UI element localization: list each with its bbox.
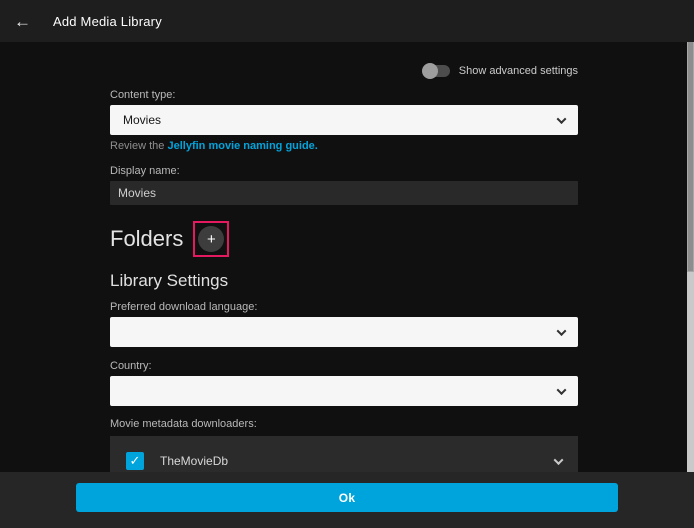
toggle-knob: [422, 63, 438, 79]
show-advanced-settings-label: Show advanced settings: [459, 65, 578, 77]
add-media-library-screen: ← Add Media Library Show advanced settin…: [0, 0, 694, 528]
preferred-download-language-label: Preferred download language:: [110, 301, 578, 313]
chevron-down-icon: [557, 114, 567, 124]
display-name-label: Display name:: [110, 165, 578, 177]
chevron-down-icon: [557, 326, 567, 336]
themoviedb-checkbox[interactable]: ✓: [126, 452, 144, 470]
downloader-name: TheMovieDb: [160, 454, 555, 468]
form-column: Show advanced settings Content type: Mov…: [110, 62, 578, 486]
naming-guide-link[interactable]: Jellyfin movie naming guide.: [167, 140, 317, 152]
content-area: Show advanced settings Content type: Mov…: [0, 42, 694, 528]
add-folder-button[interactable]: +: [198, 226, 224, 252]
chevron-down-icon: [557, 385, 567, 395]
ok-button[interactable]: Ok: [76, 483, 618, 512]
scrollbar-track[interactable]: [687, 42, 694, 472]
preferred-download-language-select[interactable]: [110, 317, 578, 347]
folders-heading: Folders: [110, 226, 183, 252]
folders-section: Folders +: [110, 221, 578, 257]
show-advanced-settings-toggle[interactable]: [424, 65, 450, 77]
advanced-settings-row: Show advanced settings: [110, 62, 578, 79]
country-label: Country:: [110, 360, 578, 372]
country-select[interactable]: [110, 376, 578, 406]
plus-icon: +: [207, 232, 216, 247]
back-arrow-icon[interactable]: ←: [14, 13, 31, 30]
topbar: ← Add Media Library: [0, 0, 694, 42]
naming-guide-prefix: Review the: [110, 140, 167, 152]
click-highlight-box: +: [193, 221, 229, 257]
footer-bar: Ok: [0, 472, 694, 528]
display-name-input[interactable]: [110, 181, 578, 205]
scrollbar-thumb[interactable]: [687, 42, 694, 272]
check-icon: ✓: [130, 453, 141, 469]
naming-guide-help: Review the Jellyfin movie naming guide.: [110, 140, 578, 152]
movie-metadata-downloaders-label: Movie metadata downloaders:: [110, 418, 578, 430]
chevron-down-icon: [554, 455, 564, 465]
content-type-select[interactable]: Movies: [110, 105, 578, 135]
library-settings-heading: Library Settings: [110, 271, 578, 291]
page-title: Add Media Library: [53, 14, 162, 29]
content-type-label: Content type:: [110, 89, 578, 101]
content-type-value: Movies: [123, 113, 161, 127]
